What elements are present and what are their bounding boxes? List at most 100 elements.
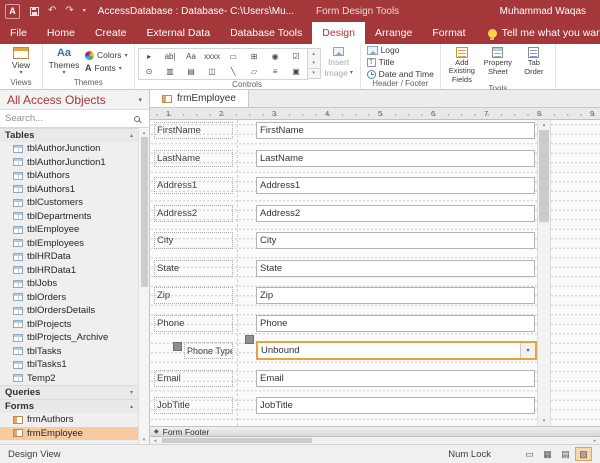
control-icon-rectangle[interactable]: ▱ [244,64,265,79]
nav-item[interactable]: tblJobs [0,277,138,291]
field-textbox[interactable]: Address2 [256,205,535,222]
control-icon-option-group[interactable]: ◉ [265,49,286,64]
field-label[interactable]: Address2 [154,205,233,222]
form-view-button[interactable]: ▭ [521,447,538,461]
nav-item[interactable]: frmAuthors [0,413,138,427]
gallery-scroll-down-icon[interactable]: ▾ [308,58,320,67]
design-view-button[interactable]: ▧ [575,447,592,461]
form-design-grid[interactable]: FirstName FirstName LastName LastName Ad… [150,120,600,426]
tab-format[interactable]: Format [422,22,475,44]
scrollbar-thumb[interactable] [162,438,312,443]
nav-item[interactable]: tblAuthors [0,169,138,183]
nav-item[interactable]: tblCustomers [0,196,138,210]
control-icon-line[interactable]: ╲ [223,64,244,79]
themes-button[interactable]: Themes ▾ [46,45,82,78]
vertical-scrollbar[interactable]: ▴ ▾ [537,120,551,426]
tab-database-tools[interactable]: Database Tools [220,22,312,44]
tab-design[interactable]: Design [312,22,365,44]
nav-item[interactable]: tblHRData1 [0,264,138,278]
nav-item[interactable]: tblTasks1 [0,358,138,372]
field-textbox[interactable]: Phone [256,315,535,332]
control-icon-hyperlink[interactable]: ⊞ [244,49,265,64]
control-icon-toggle-button[interactable]: ◫ [202,64,223,79]
redo-icon[interactable]: ↷ [65,6,73,16]
nav-item[interactable]: tblEmployees [0,237,138,251]
control-icon-check-box[interactable]: ☑ [286,49,307,64]
field-label[interactable]: LastName [154,150,233,167]
undo-icon[interactable]: ↶ [48,6,56,16]
tab-external-data[interactable]: External Data [136,22,220,44]
chevron-down-icon[interactable]: ▾ [138,96,142,104]
gallery-more-icon[interactable]: ▾ [308,68,320,78]
control-icon-tab-control[interactable]: ▭ [223,49,244,64]
field-textbox[interactable]: FirstName [256,122,535,139]
nav-item[interactable]: tblEmployee [0,223,138,237]
control-icon-list-box[interactable]: ▥ [160,64,181,79]
nav-item[interactable]: tblHRData [0,250,138,264]
logo-button[interactable]: Logo [364,45,437,55]
save-button[interactable] [30,7,39,16]
user-name[interactable]: Muhammad Waqas [500,6,586,17]
scroll-down-icon[interactable]: ▾ [143,435,146,444]
insert-image-button[interactable]: Insert Image ▾ [321,45,357,80]
control-icon-button[interactable]: xxxx [202,49,223,64]
field-label[interactable]: Email [154,370,233,387]
nav-item[interactable]: tblAuthors1 [0,183,138,197]
tell-me-box[interactable]: Tell me what you want to do [488,22,600,44]
colors-button[interactable]: Colors ▾ [82,50,131,60]
property-sheet-button[interactable]: Property Sheet [480,45,516,84]
view-button[interactable]: View ▾ [3,45,39,78]
nav-item[interactable]: tblAuthorJunction1 [0,156,138,170]
nav-item[interactable]: tblTasks [0,345,138,359]
date-and-time-button[interactable]: Date and Time [364,69,437,79]
scroll-up-icon[interactable]: ▴ [543,120,546,130]
gallery-scroll-strip[interactable]: ▴ ▾ ▾ [308,48,321,79]
tab-order-button[interactable]: Tab Order [516,45,552,84]
title-button[interactable]: Title [364,57,437,67]
nav-item[interactable]: tblAuthorJunction [0,142,138,156]
field-textbox[interactable]: City [256,232,535,249]
nav-item[interactable]: tblOrders [0,291,138,305]
fonts-button[interactable]: Fonts ▾ [82,63,131,73]
search-icon[interactable] [134,116,140,122]
field-textbox[interactable]: Email [256,370,535,387]
nav-section-forms[interactable]: Forms ▴ [0,399,138,413]
control-icon-combo-box[interactable]: ⊙ [139,64,160,79]
field-label[interactable]: FirstName [154,122,233,139]
add-existing-fields-button[interactable]: Add Existing Fields [444,45,480,84]
tab-create[interactable]: Create [85,22,137,44]
nav-item[interactable]: Temp2 [0,372,138,386]
field-textbox[interactable]: Zip [256,287,535,304]
field-label[interactable]: City [154,232,233,249]
field-label[interactable]: Phone [154,315,233,332]
field-label[interactable]: State [154,260,233,277]
nav-pane-header[interactable]: All Access Objects ▾ [0,90,149,110]
tab-file[interactable]: File [0,22,37,44]
move-handle[interactable] [245,335,254,344]
nav-scrollbar[interactable]: ▴ ▾ [138,128,149,444]
field-textbox[interactable]: JobTitle [256,397,535,414]
control-icon-label[interactable]: Aa [181,49,202,64]
nav-item[interactable]: tblProjects_Archive [0,331,138,345]
form-footer-section-bar[interactable]: ◆ Form Footer [150,426,600,437]
scroll-right-icon[interactable]: ▸ [590,438,600,444]
control-icon-chart[interactable]: ▣ [286,64,307,79]
nav-item[interactable]: tblOrdersDetails [0,304,138,318]
scrollbar-thumb[interactable] [539,130,549,222]
field-textbox[interactable]: LastName [256,150,535,167]
control-icon-text-box[interactable]: ab| [160,49,181,64]
scrollbar-thumb[interactable] [141,137,148,287]
move-handle[interactable] [173,342,182,351]
combo-dropdown-button[interactable]: ▾ [520,343,535,358]
field-label[interactable]: JobTitle [154,397,233,414]
document-tab-frmemployee[interactable]: frmEmployee [150,90,249,107]
field-textbox[interactable]: Address1 [256,177,535,194]
gallery-scroll-up-icon[interactable]: ▴ [308,49,320,58]
field-label[interactable]: Phone Type [184,342,233,359]
field-label[interactable]: Address1 [154,177,233,194]
scroll-down-icon[interactable]: ▾ [543,416,546,426]
nav-item-selected[interactable]: frmEmployee [0,427,138,441]
qat-customize-icon[interactable]: ▾ [83,8,86,14]
datasheet-view-button[interactable]: ▦ [539,447,556,461]
search-input[interactable] [0,113,134,124]
